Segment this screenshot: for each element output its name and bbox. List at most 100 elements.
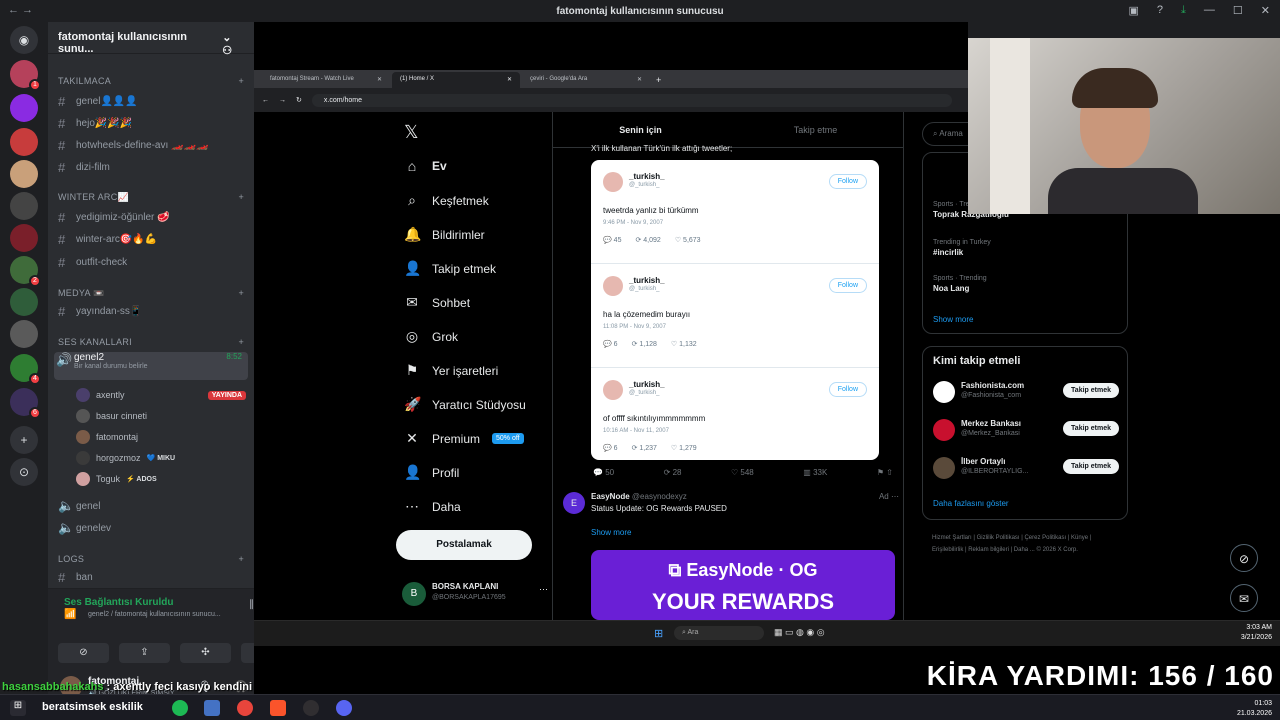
channel-ban[interactable]: # ban xyxy=(58,568,248,586)
reload-icon[interactable]: ↻ xyxy=(296,96,302,104)
nav-profile[interactable]: 👤 Profil xyxy=(404,464,459,481)
spotify-icon[interactable] xyxy=(172,700,188,716)
category-ses-kanallari[interactable]: Ses Kanalları + xyxy=(58,337,244,347)
nav-chat[interactable]: ✉ Sohbet xyxy=(404,294,470,311)
add-server-icon[interactable]: + xyxy=(10,426,38,454)
show-more-link[interactable]: Show more xyxy=(933,315,973,324)
nav-bookmarks[interactable]: ⚑ Yer işaretleri xyxy=(404,362,499,379)
discord-icon[interactable] xyxy=(336,700,352,716)
invite-icon[interactable]: ⌄ ⚇ xyxy=(222,31,244,57)
follow-suggestion[interactable]: Fashionista.com @Fashionista_com Takip etm… xyxy=(933,377,1119,407)
discord-home-icon[interactable]: ◉ xyxy=(10,26,38,54)
server-icon[interactable]: 6 xyxy=(10,388,41,419)
close-icon[interactable]: ✕ xyxy=(507,76,512,84)
add-channel-icon[interactable]: + xyxy=(238,192,244,203)
follow-suggestion[interactable]: İlber Ortaylı @ILBERORTAYLIG... Takip etme… xyxy=(933,453,1119,483)
channel-yedigimiz[interactable]: # yedigimiz-öğünler 🥩 xyxy=(58,208,248,226)
trend-item[interactable]: Sports · Trending Noa Lang xyxy=(933,275,987,293)
nav-grok[interactable]: ◎ Grok xyxy=(404,328,458,345)
nav-premium[interactable]: ✕ Premium 50% off xyxy=(404,430,524,447)
server-icon[interactable] xyxy=(10,94,38,122)
nav-home[interactable]: ⌂ Ev xyxy=(404,158,447,174)
channel-winter-arc[interactable]: # winter-arc🎯🔥💪 xyxy=(58,230,248,248)
category-takilmaca[interactable]: TAKILMACA + xyxy=(58,76,244,86)
close-icon[interactable]: ✕ xyxy=(1261,4,1270,17)
show-more-link[interactable]: Daha fazlasını göster xyxy=(933,499,1009,508)
server-icon[interactable]: 1 xyxy=(10,60,41,91)
category-logs[interactable]: LOGS + xyxy=(58,554,244,564)
category-medya[interactable]: MEDYA 📼 + xyxy=(58,288,244,299)
more-icon[interactable]: ⋯ xyxy=(539,584,548,595)
minimize-icon[interactable]: — xyxy=(1204,4,1215,17)
chrome-icon[interactable] xyxy=(237,700,253,716)
voice-user[interactable]: fatomontaj xyxy=(76,428,246,446)
browser-tab[interactable]: çeviri - Google'da Ara ✕ xyxy=(522,72,650,88)
add-channel-icon[interactable]: + xyxy=(238,76,244,86)
voice-user[interactable]: horgozmoz 💙 MIKU xyxy=(76,449,246,467)
server-icon[interactable] xyxy=(10,128,38,156)
download-icon[interactable]: ⤓ xyxy=(1181,4,1186,17)
activities-button[interactable]: ✣ xyxy=(180,643,231,663)
camera-off-button[interactable]: ⊘ xyxy=(58,643,109,663)
server-icon[interactable] xyxy=(10,320,38,348)
close-icon[interactable]: ✕ xyxy=(377,76,382,84)
add-channel-icon[interactable]: + xyxy=(238,554,244,564)
follow-button[interactable]: Takip etmek xyxy=(1063,421,1119,436)
tab-for-you[interactable]: Senin için xyxy=(553,112,728,147)
show-more-link[interactable]: Show more xyxy=(591,528,631,537)
trend-item[interactable]: Trending in Turkey #incirlik xyxy=(933,239,991,257)
server-icon[interactable] xyxy=(10,192,38,220)
nav-notifications[interactable]: 🔔 Bildirimler xyxy=(404,226,485,243)
server-icon[interactable]: 2 xyxy=(10,256,41,287)
brave-icon[interactable] xyxy=(270,700,286,716)
maximize-icon[interactable]: ☐ xyxy=(1233,4,1243,17)
back-icon[interactable]: ← xyxy=(262,97,269,104)
server-icon[interactable] xyxy=(10,160,38,188)
like-button[interactable]: ♡ 548 xyxy=(731,468,754,477)
follow-suggestion[interactable]: Merkez Bankası @Merkez_Bankasi Takip etmek xyxy=(933,415,1119,445)
server-header[interactable]: fatomontaj kullanıcısının sunu... ⌄ ⚇ xyxy=(48,22,254,57)
nav-explore[interactable]: ⌕ Keşfetmek xyxy=(404,192,489,209)
channel-hotwheels[interactable]: # hotwheels-define-avı 🏎️🏎️🏎️ xyxy=(58,136,248,154)
views-button[interactable]: ▥ 33K xyxy=(803,468,827,477)
forward-icon[interactable]: → xyxy=(279,97,286,104)
voice-channel-genelev[interactable]: 🔈 genelev xyxy=(58,519,248,537)
x-logo-icon[interactable]: 𝕏 xyxy=(404,122,419,143)
repost-button[interactable]: ⟳ 28 xyxy=(664,468,682,477)
post-button[interactable]: Postalamak xyxy=(396,530,532,560)
channel-yayindan-ss[interactable]: # yayından-ss📱 xyxy=(58,302,248,320)
server-icon[interactable]: 4 xyxy=(10,354,41,385)
close-icon[interactable]: ✕ xyxy=(637,76,642,84)
voice-channel-genel[interactable]: 🔈 genel xyxy=(58,497,248,515)
channel-hejo[interactable]: # hejo🎉🎉🎉 xyxy=(58,114,248,132)
browser-tab[interactable]: fatomontaj Stream - Watch Live ✕ xyxy=(262,72,390,88)
add-channel-icon[interactable]: + xyxy=(238,337,244,347)
footer-links[interactable]: Hizmet Şartları | Gizlilik Politikası | … xyxy=(932,532,1112,556)
voice-channel-genel2[interactable]: 🔊 genel2 8:52 Bir kanal durumu belirle xyxy=(54,352,248,380)
nav-more[interactable]: ⋯ Daha xyxy=(404,498,461,515)
new-tab-icon[interactable]: + xyxy=(656,75,661,88)
bookmark-icon[interactable]: ⚑ ⇧ xyxy=(877,468,893,477)
windows-start-icon[interactable]: ⊞ xyxy=(10,700,26,716)
help-icon[interactable]: ? xyxy=(1157,4,1163,17)
voice-user[interactable]: basur cinneti xyxy=(76,407,246,425)
inbox-icon[interactable]: ▣ xyxy=(1129,4,1139,17)
nav-follow[interactable]: 👤 Takip etmek xyxy=(404,260,496,277)
messages-icon[interactable]: ✉ xyxy=(1230,584,1258,612)
account-switcher[interactable]: B BORSA KAPLANI @BORSAKAPLA17695 ⋯ xyxy=(402,580,548,610)
voice-user[interactable]: Toguk ⚡ ADOS xyxy=(76,470,246,488)
embedded-image[interactable]: _turkish_ @_turkish_ Follow tweetrda yan… xyxy=(591,160,879,460)
tab-following[interactable]: Takip etme xyxy=(728,112,903,147)
reply-button[interactable]: 💬 50 xyxy=(593,468,614,477)
server-icon[interactable] xyxy=(10,224,38,252)
voice-user[interactable]: axently YAYINDA xyxy=(76,386,246,404)
browser-tab-active[interactable]: (1) Home / X ✕ xyxy=(392,72,520,88)
channel-outfit-check[interactable]: # outfit-check xyxy=(58,253,248,271)
calculator-icon[interactable] xyxy=(204,700,220,716)
grok-icon[interactable]: ⊘ xyxy=(1230,544,1258,572)
server-icon[interactable] xyxy=(10,288,38,316)
channel-dizi-film[interactable]: # dizi-film xyxy=(58,158,248,176)
url-input[interactable]: x.com/home xyxy=(311,93,952,107)
nav-creator-studio[interactable]: 🚀 Yaratıcı Stüdyosu xyxy=(404,396,526,413)
channel-genel[interactable]: # genel👤👤👤 xyxy=(58,92,248,110)
